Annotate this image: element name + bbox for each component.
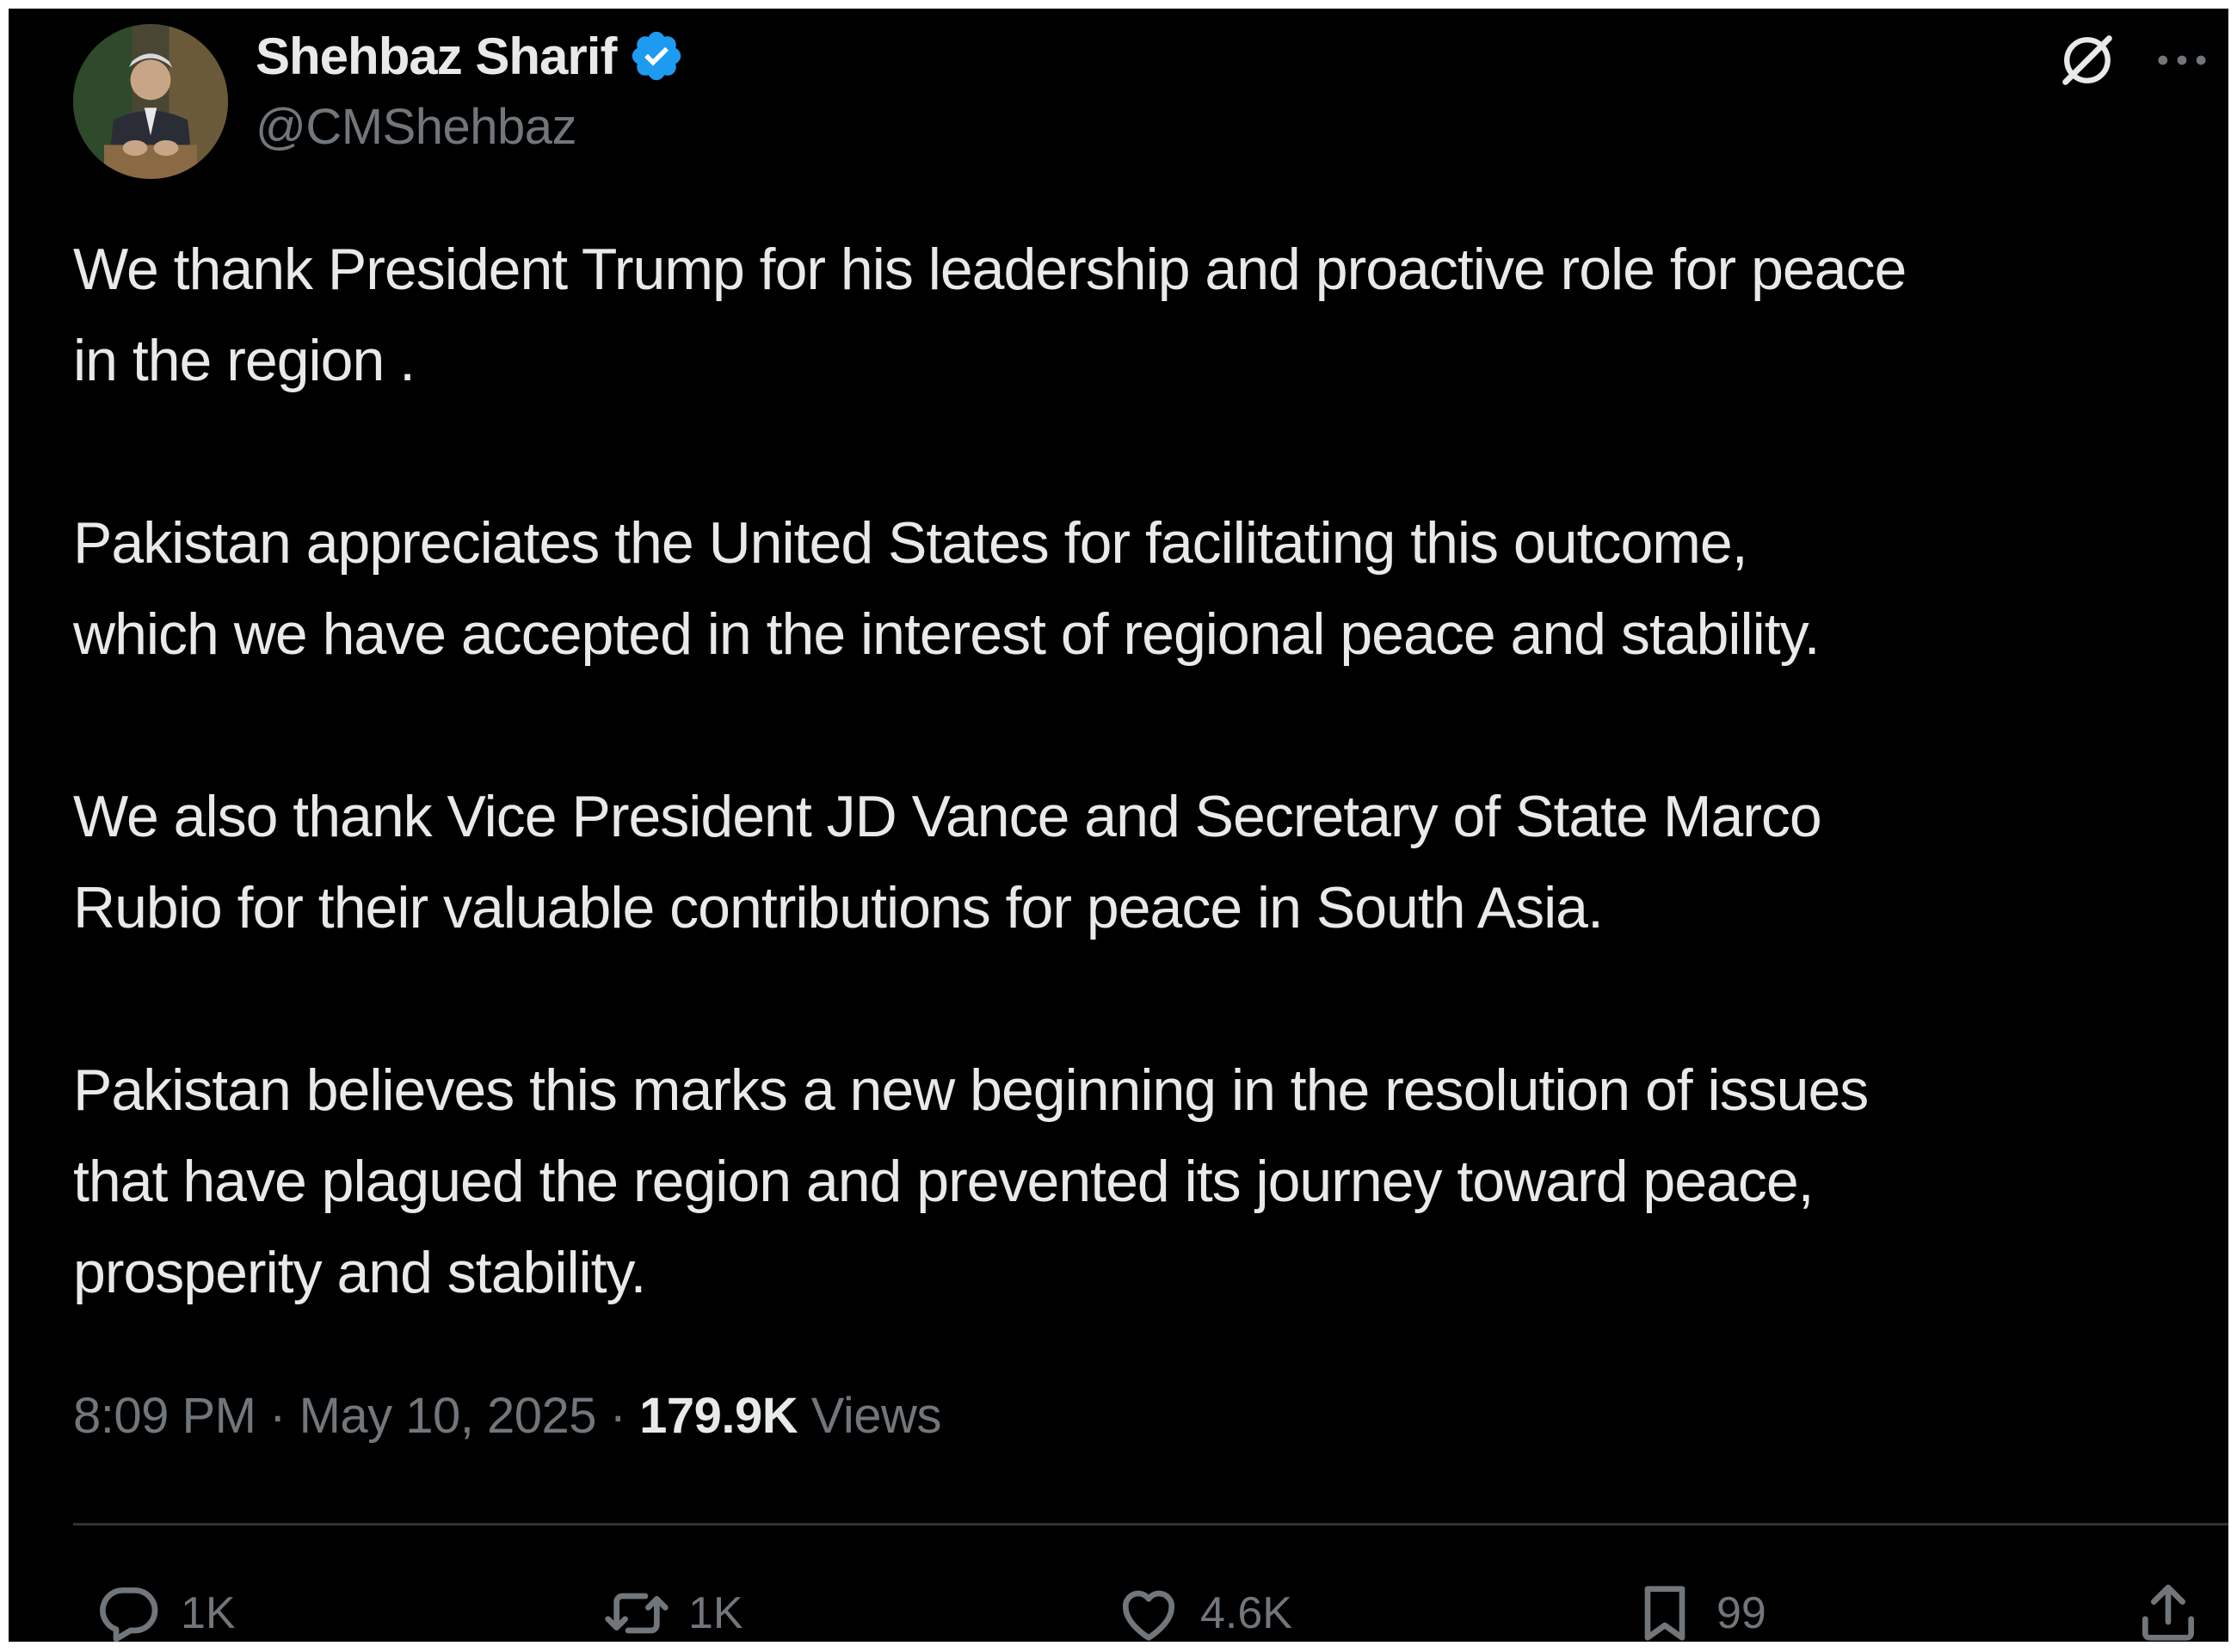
like-count: 4.6K [1200, 1588, 1292, 1638]
like-button[interactable]: 4.6K [1114, 1575, 1292, 1652]
share-button[interactable] [2134, 1575, 2203, 1652]
tweet-time[interactable]: 8:09 PM [73, 1388, 256, 1444]
repost-button[interactable]: 1K [602, 1575, 743, 1652]
avatar-image [73, 24, 228, 179]
meta-separator: · [609, 1388, 626, 1444]
reply-button[interactable]: 1K [95, 1575, 236, 1652]
avatar[interactable] [73, 24, 228, 179]
divider [73, 1523, 2228, 1526]
tweet-paragraph: We thank President Trump for his leaders… [73, 237, 1907, 393]
author-display-name[interactable]: Shehbaz Sharif [256, 27, 617, 86]
tweet-paragraph: We also thank Vice President JD Vance an… [73, 784, 1822, 940]
reply-count: 1K [181, 1588, 236, 1638]
tweet-metadata: 8:09 PM · May 10, 2025 · 179.9K Views [73, 1387, 941, 1445]
tweet-paragraph: Pakistan appreciates the United States f… [73, 510, 1820, 667]
repost-icon [605, 1593, 669, 1634]
views-label: Views [810, 1388, 942, 1444]
bookmark-icon [1644, 1586, 1685, 1641]
tweet-text: We thank President Trump for his leaders… [73, 224, 2224, 1318]
tweet-card: Shehbaz Sharif @CMShehbaz We thank Presi… [9, 9, 2228, 1643]
reply-icon [100, 1587, 158, 1643]
tweet-date[interactable]: May 10, 2025 [299, 1388, 597, 1444]
views-count: 179.9K [639, 1388, 798, 1444]
bookmark-count: 99 [1716, 1588, 1766, 1638]
verified-badge-icon [632, 31, 681, 81]
repost-count: 1K [688, 1588, 743, 1638]
tweet-paragraph: Pakistan believes this marks a new begin… [73, 1057, 1869, 1305]
author-handle[interactable]: @CMShehbaz [256, 98, 577, 156]
share-icon [2142, 1584, 2194, 1641]
like-icon [1122, 1590, 1175, 1641]
grok-icon[interactable] [2055, 28, 2120, 93]
more-icon[interactable] [2149, 28, 2215, 93]
author-name-row[interactable]: Shehbaz Sharif [256, 26, 685, 86]
meta-separator: · [269, 1388, 286, 1444]
bookmark-button[interactable]: 99 [1630, 1575, 1766, 1652]
